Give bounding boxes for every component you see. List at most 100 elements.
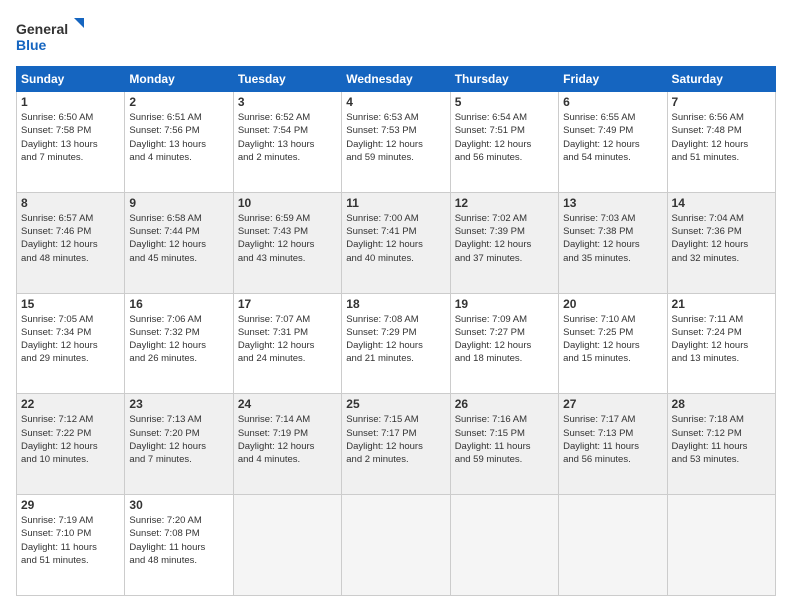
calendar-day-cell: 7 Sunrise: 6:56 AM Sunset: 7:48 PM Daylig… bbox=[667, 92, 775, 193]
day-info: Sunrise: 6:59 AM Sunset: 7:43 PM Dayligh… bbox=[238, 212, 337, 265]
day-info: Sunrise: 6:56 AM Sunset: 7:48 PM Dayligh… bbox=[672, 111, 771, 164]
day-number: 4 bbox=[346, 95, 445, 109]
day-info: Sunrise: 7:19 AM Sunset: 7:10 PM Dayligh… bbox=[21, 514, 120, 567]
day-number: 8 bbox=[21, 196, 120, 210]
day-info: Sunrise: 7:15 AM Sunset: 7:17 PM Dayligh… bbox=[346, 413, 445, 466]
day-number: 5 bbox=[455, 95, 554, 109]
calendar-day-cell: 29 Sunrise: 7:19 AM Sunset: 7:10 PM Dayli… bbox=[17, 495, 125, 596]
day-number: 30 bbox=[129, 498, 228, 512]
day-info: Sunrise: 7:16 AM Sunset: 7:15 PM Dayligh… bbox=[455, 413, 554, 466]
day-number: 13 bbox=[563, 196, 662, 210]
day-info: Sunrise: 7:05 AM Sunset: 7:34 PM Dayligh… bbox=[21, 313, 120, 366]
logo-svg: General Blue bbox=[16, 16, 86, 56]
calendar-day-cell: 17Sunrise: 7:07 AM Sunset: 7:31 PM Dayli… bbox=[233, 293, 341, 394]
day-info: Sunrise: 6:52 AM Sunset: 7:54 PM Dayligh… bbox=[238, 111, 337, 164]
calendar-day-cell: 30 Sunrise: 7:20 AM Sunset: 7:08 PM Dayli… bbox=[125, 495, 233, 596]
day-info: Sunrise: 7:18 AM Sunset: 7:12 PM Dayligh… bbox=[672, 413, 771, 466]
day-number: 7 bbox=[672, 95, 771, 109]
day-info: Sunrise: 7:04 AM Sunset: 7:36 PM Dayligh… bbox=[672, 212, 771, 265]
calendar-week-row: 15 Sunrise: 7:05 AM Sunset: 7:34 PM Dayli… bbox=[17, 293, 776, 394]
calendar-day-header: Monday bbox=[125, 67, 233, 92]
day-info: Sunrise: 6:57 AM Sunset: 7:46 PM Dayligh… bbox=[21, 212, 120, 265]
calendar-day-header: Saturday bbox=[667, 67, 775, 92]
day-info: Sunrise: 7:11 AM Sunset: 7:24 PM Dayligh… bbox=[672, 313, 771, 366]
calendar-day-cell: 23 Sunrise: 7:13 AM Sunset: 7:20 PM Dayli… bbox=[125, 394, 233, 495]
day-info: Sunrise: 7:07 AM Sunset: 7:31 PM Dayligh… bbox=[238, 313, 337, 366]
svg-text:General: General bbox=[16, 21, 68, 37]
calendar-day-cell: 1 Sunrise: 6:50 AM Sunset: 7:58 PM Daylig… bbox=[17, 92, 125, 193]
calendar-day-cell: 2Sunrise: 6:51 AM Sunset: 7:56 PM Daylig… bbox=[125, 92, 233, 193]
day-info: Sunrise: 7:10 AM Sunset: 7:25 PM Dayligh… bbox=[563, 313, 662, 366]
day-number: 6 bbox=[563, 95, 662, 109]
page-header: General Blue bbox=[16, 16, 776, 56]
day-info: Sunrise: 7:08 AM Sunset: 7:29 PM Dayligh… bbox=[346, 313, 445, 366]
day-number: 14 bbox=[672, 196, 771, 210]
calendar-day-cell: 10 Sunrise: 6:59 AM Sunset: 7:43 PM Dayli… bbox=[233, 192, 341, 293]
calendar-week-row: 8 Sunrise: 6:57 AM Sunset: 7:46 PM Daylig… bbox=[17, 192, 776, 293]
day-info: Sunrise: 6:54 AM Sunset: 7:51 PM Dayligh… bbox=[455, 111, 554, 164]
calendar-day-header: Thursday bbox=[450, 67, 558, 92]
calendar-day-cell: 20 Sunrise: 7:10 AM Sunset: 7:25 PM Dayli… bbox=[559, 293, 667, 394]
calendar-day-cell: 25 Sunrise: 7:15 AM Sunset: 7:17 PM Dayli… bbox=[342, 394, 450, 495]
calendar-day-cell: 14 Sunrise: 7:04 AM Sunset: 7:36 PM Dayli… bbox=[667, 192, 775, 293]
calendar-day-cell: 22 Sunrise: 7:12 AM Sunset: 7:22 PM Dayli… bbox=[17, 394, 125, 495]
day-number: 10 bbox=[238, 196, 337, 210]
calendar-week-row: 22 Sunrise: 7:12 AM Sunset: 7:22 PM Dayli… bbox=[17, 394, 776, 495]
calendar-day-cell: 24 Sunrise: 7:14 AM Sunset: 7:19 PM Dayli… bbox=[233, 394, 341, 495]
day-number: 25 bbox=[346, 397, 445, 411]
day-info: Sunrise: 7:02 AM Sunset: 7:39 PM Dayligh… bbox=[455, 212, 554, 265]
calendar-day-cell: 11Sunrise: 7:00 AM Sunset: 7:41 PM Dayli… bbox=[342, 192, 450, 293]
day-info: Sunrise: 6:55 AM Sunset: 7:49 PM Dayligh… bbox=[563, 111, 662, 164]
calendar-day-cell: 28Sunrise: 7:18 AM Sunset: 7:12 PM Dayli… bbox=[667, 394, 775, 495]
day-number: 27 bbox=[563, 397, 662, 411]
day-number: 29 bbox=[21, 498, 120, 512]
day-number: 15 bbox=[21, 297, 120, 311]
day-info: Sunrise: 7:14 AM Sunset: 7:19 PM Dayligh… bbox=[238, 413, 337, 466]
logo: General Blue bbox=[16, 16, 86, 56]
calendar-day-cell bbox=[667, 495, 775, 596]
day-info: Sunrise: 6:50 AM Sunset: 7:58 PM Dayligh… bbox=[21, 111, 120, 164]
svg-text:Blue: Blue bbox=[16, 37, 47, 53]
calendar-day-cell: 26 Sunrise: 7:16 AM Sunset: 7:15 PM Dayli… bbox=[450, 394, 558, 495]
day-number: 9 bbox=[129, 196, 228, 210]
day-number: 19 bbox=[455, 297, 554, 311]
day-number: 22 bbox=[21, 397, 120, 411]
day-info: Sunrise: 6:58 AM Sunset: 7:44 PM Dayligh… bbox=[129, 212, 228, 265]
calendar-day-cell bbox=[342, 495, 450, 596]
calendar-day-cell bbox=[233, 495, 341, 596]
day-info: Sunrise: 7:13 AM Sunset: 7:20 PM Dayligh… bbox=[129, 413, 228, 466]
day-number: 21 bbox=[672, 297, 771, 311]
calendar-table: SundayMondayTuesdayWednesdayThursdayFrid… bbox=[16, 66, 776, 596]
calendar-day-cell: 12 Sunrise: 7:02 AM Sunset: 7:39 PM Dayli… bbox=[450, 192, 558, 293]
calendar-week-row: 29 Sunrise: 7:19 AM Sunset: 7:10 PM Dayli… bbox=[17, 495, 776, 596]
day-number: 18 bbox=[346, 297, 445, 311]
day-number: 23 bbox=[129, 397, 228, 411]
calendar-day-cell: 19 Sunrise: 7:09 AM Sunset: 7:27 PM Dayli… bbox=[450, 293, 558, 394]
day-number: 2 bbox=[129, 95, 228, 109]
calendar-day-cell bbox=[450, 495, 558, 596]
calendar-day-cell: 21 Sunrise: 7:11 AM Sunset: 7:24 PM Dayli… bbox=[667, 293, 775, 394]
calendar-day-cell: 15 Sunrise: 7:05 AM Sunset: 7:34 PM Dayli… bbox=[17, 293, 125, 394]
day-info: Sunrise: 7:20 AM Sunset: 7:08 PM Dayligh… bbox=[129, 514, 228, 567]
day-info: Sunrise: 7:06 AM Sunset: 7:32 PM Dayligh… bbox=[129, 313, 228, 366]
day-info: Sunrise: 6:53 AM Sunset: 7:53 PM Dayligh… bbox=[346, 111, 445, 164]
calendar-day-cell: 5 Sunrise: 6:54 AM Sunset: 7:51 PM Daylig… bbox=[450, 92, 558, 193]
day-number: 1 bbox=[21, 95, 120, 109]
calendar-day-cell: 27Sunrise: 7:17 AM Sunset: 7:13 PM Dayli… bbox=[559, 394, 667, 495]
calendar-day-header: Friday bbox=[559, 67, 667, 92]
day-number: 16 bbox=[129, 297, 228, 311]
calendar-week-row: 1 Sunrise: 6:50 AM Sunset: 7:58 PM Daylig… bbox=[17, 92, 776, 193]
calendar-day-cell: 6 Sunrise: 6:55 AM Sunset: 7:49 PM Daylig… bbox=[559, 92, 667, 193]
day-number: 26 bbox=[455, 397, 554, 411]
calendar-day-cell: 18 Sunrise: 7:08 AM Sunset: 7:29 PM Dayli… bbox=[342, 293, 450, 394]
day-number: 20 bbox=[563, 297, 662, 311]
calendar-day-header: Sunday bbox=[17, 67, 125, 92]
day-number: 12 bbox=[455, 196, 554, 210]
calendar-day-cell: 9 Sunrise: 6:58 AM Sunset: 7:44 PM Daylig… bbox=[125, 192, 233, 293]
day-info: Sunrise: 7:03 AM Sunset: 7:38 PM Dayligh… bbox=[563, 212, 662, 265]
day-info: Sunrise: 7:12 AM Sunset: 7:22 PM Dayligh… bbox=[21, 413, 120, 466]
day-info: Sunrise: 7:00 AM Sunset: 7:41 PM Dayligh… bbox=[346, 212, 445, 265]
day-info: Sunrise: 7:09 AM Sunset: 7:27 PM Dayligh… bbox=[455, 313, 554, 366]
calendar-header-row: SundayMondayTuesdayWednesdayThursdayFrid… bbox=[17, 67, 776, 92]
day-number: 24 bbox=[238, 397, 337, 411]
